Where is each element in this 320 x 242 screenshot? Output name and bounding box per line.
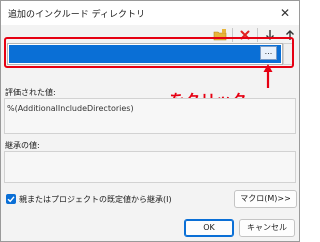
- ok-button[interactable]: OK: [184, 219, 234, 237]
- move-up-icon[interactable]: [281, 27, 299, 43]
- toolbar: [211, 27, 299, 43]
- checkmark-icon: [7, 196, 15, 203]
- inherited-value-label: 継承の値:: [5, 141, 40, 150]
- delete-icon[interactable]: [236, 27, 254, 43]
- macro-button[interactable]: マクロ(M)>>: [234, 190, 297, 208]
- dialog-title: 追加のインクルード ディレクトリ: [8, 10, 145, 20]
- title-bar: 追加のインクルード ディレクトリ ✕: [1, 1, 299, 25]
- new-folder-icon[interactable]: [211, 27, 229, 43]
- evaluated-value-label: 評価された値:: [5, 88, 56, 97]
- toolbar-separator: [232, 28, 233, 42]
- evaluated-value-text: %(AdditionalIncludeDirectories): [7, 104, 134, 113]
- toolbar-separator: [257, 28, 258, 42]
- directory-list[interactable]: [7, 43, 283, 65]
- inherited-value-box: [4, 151, 296, 183]
- inherit-checkbox-label[interactable]: 親またはプロジェクトの既定値から継承(I): [19, 194, 172, 205]
- move-down-icon[interactable]: [261, 27, 279, 43]
- list-item-selected[interactable]: [9, 45, 281, 63]
- cancel-button[interactable]: キャンセル: [239, 219, 295, 237]
- include-directories-dialog: 追加のインクルード ディレクトリ ✕ ... 評価された値: %(Additio…: [0, 0, 300, 242]
- vertical-scrollbar[interactable]: [283, 43, 293, 65]
- browse-ellipsis-button[interactable]: ...: [260, 46, 277, 60]
- close-icon[interactable]: ✕: [271, 1, 299, 25]
- inherit-checkbox[interactable]: [6, 194, 16, 204]
